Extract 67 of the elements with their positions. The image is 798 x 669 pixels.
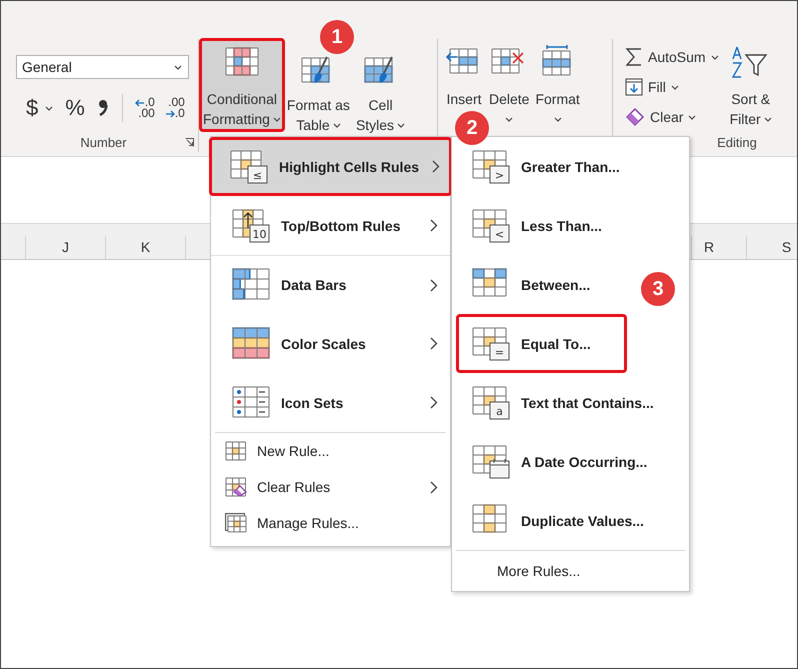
clear-rules-icon	[225, 477, 247, 497]
menu-item[interactable]: New Rule...	[211, 433, 450, 469]
chevron-icon	[432, 160, 440, 173]
column-header[interactable]: K	[106, 236, 186, 259]
chevron-icon	[430, 337, 438, 350]
ribbon-button[interactable]: Insert	[442, 39, 486, 109]
increase-decimal-button[interactable]: .0 .00	[130, 97, 159, 119]
caret-icon	[272, 116, 281, 122]
sort-filter-button[interactable]: Sort & Filter	[726, 39, 775, 131]
ribbon-command[interactable]: Fill	[625, 75, 719, 99]
caret-icon	[332, 122, 341, 128]
menu-item[interactable]: More Rules...	[452, 551, 580, 591]
calendar-rule-icon	[471, 444, 511, 480]
caret-icon	[688, 114, 696, 120]
decrease-decimal-button[interactable]: .00 .0	[160, 97, 189, 119]
ribbon-button[interactable]: Delete	[486, 39, 532, 129]
eraser-icon	[625, 107, 645, 127]
chevron-icon	[430, 396, 438, 409]
column-header[interactable]: R	[692, 236, 747, 259]
comma-icon	[96, 99, 109, 117]
right-arrow-icon	[164, 110, 175, 118]
chevron-icon	[430, 219, 438, 232]
menu-item[interactable]: A Date Occurring...	[452, 432, 662, 491]
menu-item[interactable]: Data Bars	[211, 255, 450, 314]
ribbon-button[interactable]: Format as Table	[284, 53, 353, 131]
new-rule-icon	[225, 441, 247, 461]
caret-icon	[505, 116, 514, 122]
chevron-icon	[430, 278, 438, 292]
currency-button[interactable]: $	[21, 93, 58, 123]
ribbon-button[interactable]: Conditional Formatting	[200, 39, 284, 131]
color-scale-icon	[231, 326, 271, 362]
dialog-launcher-icon	[185, 138, 194, 147]
ribbon-button[interactable]: Format	[532, 39, 583, 129]
icon-sets-icon	[231, 384, 271, 420]
number-format-dropdown[interactable]: General	[16, 55, 189, 79]
ribbon-command[interactable]: Clear	[625, 105, 719, 129]
menu-item[interactable]: a Text that Contains...	[452, 373, 668, 432]
sigma-icon	[625, 47, 643, 67]
group-label: Number	[80, 134, 127, 150]
caret-icon	[710, 54, 719, 60]
ribbon-button[interactable]: Cell Styles	[352, 53, 408, 131]
chevron-icon	[430, 480, 438, 494]
menu-item[interactable]: Duplicate Values...	[452, 491, 658, 550]
caret-icon	[397, 122, 406, 128]
menu-item[interactable]: Between...	[452, 255, 604, 314]
menu-item[interactable]: Manage Rules...	[211, 505, 450, 541]
ribbon-command[interactable]: AutoSum	[625, 45, 719, 69]
fill-down-icon	[625, 78, 643, 96]
caret-icon	[174, 64, 182, 70]
percent-button[interactable]: %	[60, 93, 90, 123]
menu-item[interactable]: 10 Top/Bottom Rules	[211, 196, 450, 255]
menu-item[interactable]: Clear Rules	[211, 469, 450, 505]
menu-item[interactable]: = Equal To...	[456, 314, 627, 373]
caret-icon	[764, 116, 772, 122]
manage-rules-icon	[225, 513, 247, 533]
sort-filter-icon	[732, 45, 770, 79]
menu-item[interactable]: Icon Sets	[211, 373, 450, 432]
menu-item[interactable]: Color Scales	[211, 314, 450, 373]
caret-icon	[45, 106, 54, 110]
caret-icon	[670, 84, 679, 90]
group-label: Editing	[717, 134, 757, 150]
column-header[interactable]: J	[26, 236, 106, 259]
left-arrow-icon	[134, 98, 145, 106]
caret-icon	[554, 116, 562, 122]
menu-item[interactable]: ≤ Highlight Cells Rules	[209, 137, 452, 196]
menu-item[interactable]: < Less Than...	[452, 196, 616, 255]
column-header[interactable]: S	[747, 236, 797, 259]
